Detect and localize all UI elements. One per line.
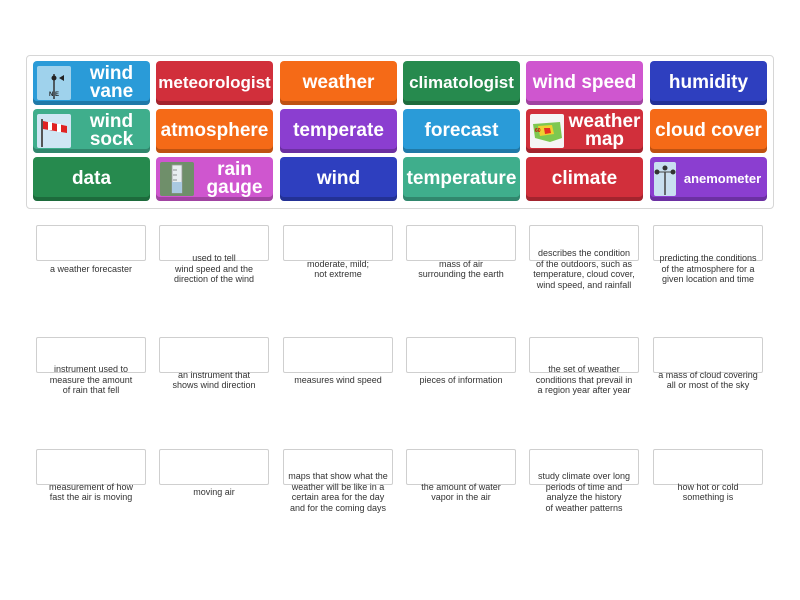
drop-zone[interactable] — [36, 449, 146, 485]
tile-wind[interactable]: wind — [280, 157, 397, 201]
drop-zone[interactable] — [283, 225, 393, 261]
drop-zone[interactable] — [406, 225, 516, 261]
clue-text: predicting the conditions of the atmosph… — [659, 253, 757, 285]
tile-label: wind speed — [532, 72, 637, 93]
clue-text: a mass of cloud covering all or most of … — [658, 369, 758, 391]
wind-sock-icon — [37, 114, 71, 148]
tile-label: weather map — [568, 111, 641, 150]
tile-rain-gauge[interactable]: rain gauge — [156, 157, 273, 201]
tile-forecast[interactable]: forecast — [403, 109, 520, 153]
tile-label: wind sock — [89, 111, 134, 150]
tile-label: data — [71, 168, 112, 189]
tile-label: wind — [316, 168, 361, 189]
tile-wind-speed[interactable]: wind speed — [526, 61, 643, 105]
clue-text: moving air — [193, 486, 235, 497]
tile-label: weather — [302, 72, 375, 93]
weather-map-icon: 60 — [530, 114, 564, 148]
clue-text: a weather forecaster — [49, 263, 133, 274]
tile-label: temperate — [293, 120, 384, 141]
clue-text: mass of air surrounding the earth — [418, 258, 504, 280]
tile-weather[interactable]: weather — [280, 61, 397, 105]
tile-anemometer[interactable]: anemometer — [650, 157, 767, 201]
tile-label: rain gauge — [206, 159, 263, 198]
tile-climate[interactable]: climate — [526, 157, 643, 201]
tile-label: meteorologist — [158, 73, 271, 92]
tile-atmosphere[interactable]: atmosphere — [156, 109, 273, 153]
tile-data[interactable]: data — [33, 157, 150, 201]
tile-label: forecast — [424, 120, 499, 141]
drop-zone[interactable] — [653, 337, 763, 373]
clue-text: how hot or cold something is — [677, 481, 739, 503]
clue-text: measurement of how fast the air is movin… — [48, 481, 134, 503]
tile-label: cloud cover — [655, 120, 762, 141]
drop-zone[interactable] — [159, 449, 269, 485]
tile-humidity[interactable]: humidity — [650, 61, 767, 105]
tile-meteorologist[interactable]: meteorologist — [156, 61, 273, 105]
tile-label: climate — [551, 168, 618, 189]
tile-label: anemometer — [683, 171, 762, 186]
tile-climatologist[interactable]: climatologist — [403, 61, 520, 105]
drop-zone[interactable] — [283, 337, 393, 373]
tile-cloud-cover[interactable]: cloud cover — [650, 109, 767, 153]
clue-text: an instrument that shows wind direction — [172, 369, 256, 391]
drop-zone[interactable] — [653, 449, 763, 485]
tile-wind-sock[interactable]: wind sock — [33, 109, 150, 153]
clue-text: used to tell wind speed and the directio… — [173, 253, 255, 285]
tile-label: humidity — [668, 72, 749, 93]
tile-wind-vane[interactable]: N E wind vane — [33, 61, 150, 105]
clue-text: moderate, mild; not extreme — [306, 258, 370, 280]
wind-vane-icon: N E — [37, 66, 71, 100]
svg-text:N E: N E — [49, 92, 59, 98]
clue-text: instrument used to measure the amount of… — [49, 364, 133, 396]
anemometer-icon — [654, 162, 676, 196]
clue-text: pieces of information — [419, 374, 503, 385]
clue-text: measures wind speed — [294, 374, 382, 385]
tile-temperate[interactable]: temperate — [280, 109, 397, 153]
clue-text: describes the condition of the outdoors,… — [533, 248, 635, 290]
drop-zone[interactable] — [36, 225, 146, 261]
drop-zone[interactable] — [159, 337, 269, 373]
svg-text:60: 60 — [535, 128, 541, 134]
clue-text: study climate over long periods of time … — [537, 471, 631, 513]
tile-temperature[interactable]: temperature — [403, 157, 520, 201]
tile-label: wind vane — [89, 63, 134, 102]
drop-zone[interactable] — [406, 337, 516, 373]
tile-label: temperature — [406, 168, 517, 189]
clue-text: the set of weather conditions that preva… — [535, 364, 633, 396]
drop-zone[interactable] — [406, 449, 516, 485]
clue-text: maps that show what the weather will be … — [288, 471, 388, 513]
rain-gauge-icon — [160, 162, 194, 196]
tile-label: climatologist — [409, 73, 514, 92]
tile-weather-map[interactable]: 60 weather map — [526, 109, 643, 153]
clue-text: the amount of water vapor in the air — [421, 481, 501, 503]
tile-label: atmosphere — [160, 120, 269, 141]
